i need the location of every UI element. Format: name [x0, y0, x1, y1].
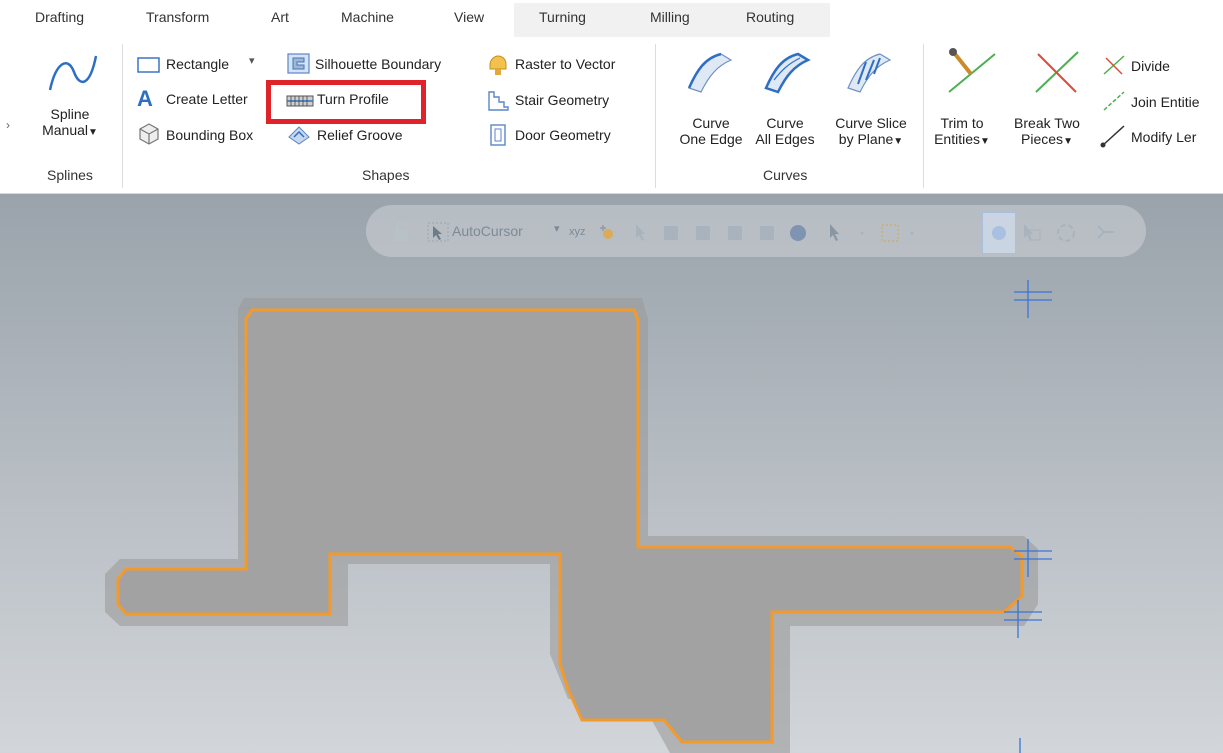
curve-one-edge-icon [687, 52, 733, 93]
crosshair-marker-icon [1019, 738, 1021, 753]
silhouette-boundary-label: Silhouette Boundary [315, 56, 442, 72]
crosshair-marker-icon [1014, 280, 1052, 318]
ribbon-scroll-left-icon[interactable]: › [6, 118, 10, 132]
rectangle-label: Rectangle [166, 56, 230, 72]
letter-a-icon: A [137, 86, 153, 111]
ribbon-separator [122, 44, 123, 188]
filter-icon [992, 226, 1006, 240]
join-entities-icon [1103, 91, 1125, 111]
ribbon-separator [655, 44, 656, 188]
break-two-pieces-label-line1: Break Two [1014, 115, 1080, 131]
curve-all-edges-icon [764, 52, 811, 94]
silhouette-boundary-icon [287, 53, 310, 74]
tab-milling[interactable]: Milling [650, 9, 690, 25]
door-geometry-icon [490, 124, 506, 146]
stair-geometry-label: Stair Geometry [515, 92, 610, 108]
autocursor-icon[interactable] [427, 222, 449, 242]
selection-filter-button[interactable] [982, 212, 1016, 254]
spline-manual-label-line2: Manual [42, 122, 88, 138]
break-two-pieces-label-line2: Pieces [1021, 131, 1064, 147]
xyz-icon[interactable]: xyz [569, 226, 586, 238]
profile-shape [116, 308, 1024, 744]
door-geometry-label: Door Geometry [515, 127, 611, 143]
tab-art[interactable]: Art [271, 9, 289, 25]
divide-icon [1103, 55, 1125, 75]
tab-drafting[interactable]: Drafting [35, 9, 84, 25]
break-two-pieces-icon [1035, 51, 1079, 93]
ribbon-separator [923, 44, 924, 188]
rectangle-options-arrow-icon[interactable]: ▾ [249, 54, 255, 67]
lock-icon[interactable] [391, 221, 411, 243]
trim-to-entities-icon [948, 48, 996, 93]
dropdown-arrow-icon[interactable]: ▼ [1063, 136, 1073, 147]
dropdown-arrow-icon[interactable]: ▼ [980, 136, 990, 147]
spline-icon [48, 55, 98, 91]
selection-tools-group [636, 224, 914, 242]
modify-length-icon [1100, 125, 1125, 148]
tab-view[interactable]: View [454, 9, 484, 25]
group-label-curves: Curves [763, 167, 808, 183]
tab-transform[interactable]: Transform [146, 9, 209, 25]
modify-length-label: Modify Ler [1131, 129, 1197, 145]
spline-manual-label-line1: Spline [50, 106, 90, 122]
curve-all-edges-label-line1: Curve [766, 115, 804, 131]
autocursor-dropdown-icon[interactable]: ▾ [554, 222, 560, 235]
dropdown-arrow-icon[interactable]: ▼ [88, 127, 98, 138]
turn-profile-highlight-box [266, 80, 426, 124]
group-label-splines: Splines [47, 167, 93, 183]
snap-point-icon[interactable] [598, 222, 618, 242]
bounding-box-label: Bounding Box [166, 127, 254, 143]
tab-routing[interactable]: Routing [746, 9, 794, 25]
crosshair-marker-icon [1004, 600, 1042, 638]
crosshair-marker-icon [1014, 539, 1052, 577]
rectangle-icon [137, 57, 160, 73]
raster-to-vector-label: Raster to Vector [515, 56, 616, 72]
join-entities-label: Join Entitie [1131, 94, 1200, 110]
group-label-shapes: Shapes [362, 167, 410, 183]
curve-slice-by-plane-icon [847, 53, 892, 93]
raster-to-vector-icon [489, 55, 507, 75]
bounding-box-icon [139, 123, 159, 145]
tab-turning[interactable]: Turning [539, 9, 586, 25]
curve-slice-by-plane-label-line2: by Plane [838, 131, 894, 147]
autocursor-label[interactable]: AutoCursor [452, 223, 523, 239]
trim-to-entities-label-line1: Trim to [940, 115, 984, 131]
view-tools-group [1024, 224, 1114, 242]
create-letter-label: Create Letter [166, 91, 248, 107]
stair-geometry-icon [488, 91, 509, 111]
tab-machine[interactable]: Machine [341, 9, 394, 25]
ribbon-tab-bar: Drafting Transform Art Machine View Turn… [0, 0, 1223, 37]
curve-slice-by-plane-label-line1: Curve Slice [835, 115, 907, 131]
relief-groove-icon [288, 126, 310, 145]
trim-to-entities-label-line2: Entities [934, 131, 980, 147]
divide-label: Divide [1131, 58, 1170, 74]
dropdown-arrow-icon[interactable]: ▼ [893, 136, 903, 147]
curve-all-edges-label-line2: All Edges [755, 131, 815, 147]
relief-groove-label: Relief Groove [317, 127, 403, 143]
